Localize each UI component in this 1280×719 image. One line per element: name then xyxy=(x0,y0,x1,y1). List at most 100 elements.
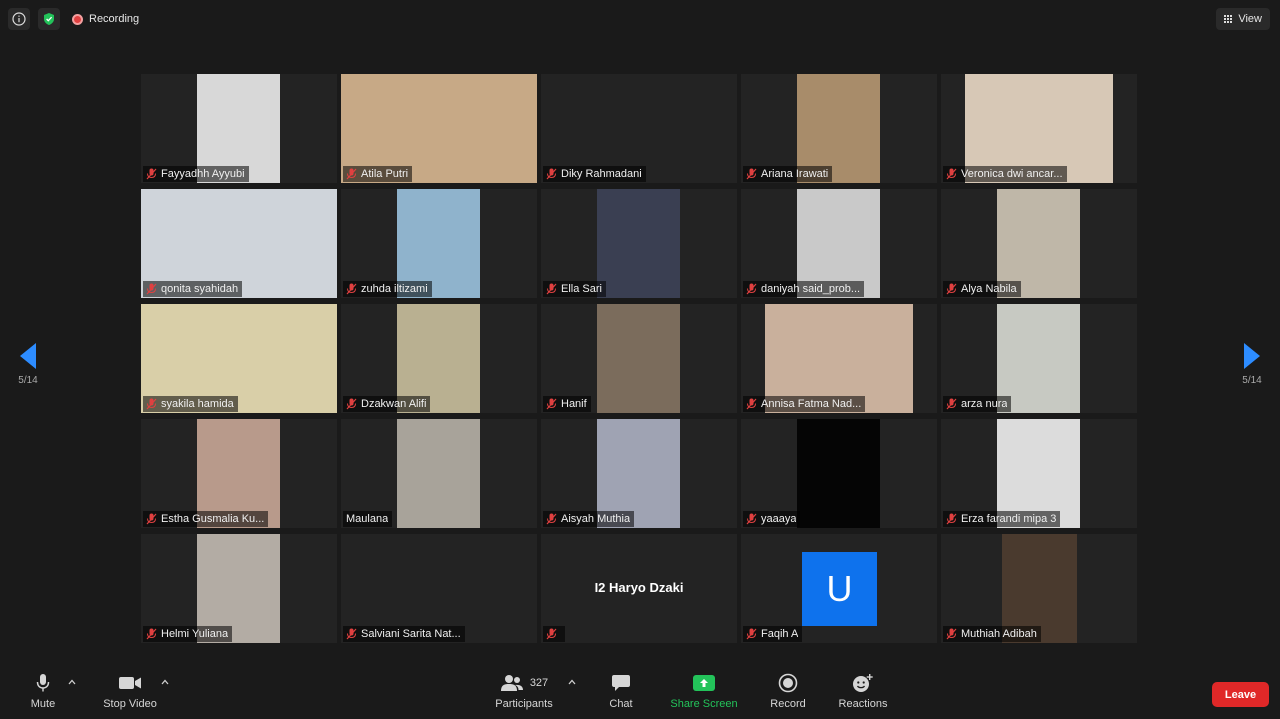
muted-microphone-icon xyxy=(746,283,757,295)
participant-name: Maulana xyxy=(346,513,389,525)
chat-label: Chat xyxy=(609,698,633,710)
recording-label: Recording xyxy=(89,13,140,25)
participants-button[interactable]: 327 Participants xyxy=(488,672,560,710)
participant-name-bar: Atila Putri xyxy=(343,166,413,182)
participants-count: 327 xyxy=(529,677,549,689)
grid-view-icon xyxy=(1224,14,1233,24)
record-button[interactable]: Record xyxy=(767,672,809,710)
next-page-button[interactable]: 5/14 xyxy=(1232,343,1272,386)
participant-tile[interactable]: Diky Rahmadani xyxy=(541,74,737,183)
recording-indicator[interactable]: Recording xyxy=(68,8,147,30)
participant-name: Fayyadhh Ayyubi xyxy=(161,168,245,180)
muted-microphone-icon xyxy=(546,513,557,525)
muted-microphone-icon xyxy=(546,168,557,180)
avatar: U xyxy=(802,552,877,626)
participant-tile[interactable]: Muthiah Adibah xyxy=(941,534,1137,643)
participant-name: zuhda iltizami xyxy=(361,283,428,295)
muted-microphone-icon xyxy=(146,168,157,180)
participant-name: Diky Rahmadani xyxy=(561,168,642,180)
view-button[interactable]: View xyxy=(1216,8,1270,30)
participants-icon xyxy=(500,675,523,691)
participant-name: Ella Sari xyxy=(561,283,602,295)
muted-microphone-icon xyxy=(946,168,957,180)
participant-name-bar: Hanif xyxy=(543,396,591,412)
muted-microphone-icon xyxy=(546,398,557,410)
previous-page-button[interactable]: 5/14 xyxy=(8,343,48,386)
participant-tile[interactable]: yaaaya xyxy=(741,419,937,528)
share-screen-button[interactable]: Share Screen xyxy=(668,672,740,710)
participant-tile[interactable]: arza nura xyxy=(941,304,1137,413)
share-screen-icon xyxy=(693,675,715,691)
participant-tile[interactable]: Maulana xyxy=(341,419,537,528)
participant-video xyxy=(597,189,680,298)
participant-video xyxy=(597,304,680,413)
leave-button[interactable]: Leave xyxy=(1212,682,1269,707)
muted-microphone-icon xyxy=(746,513,757,525)
participant-name-bar: Ariana Irawati xyxy=(743,166,833,182)
participant-tile[interactable]: Hanif xyxy=(541,304,737,413)
participant-tile[interactable]: Ella Sari xyxy=(541,189,737,298)
stop-video-label: Stop Video xyxy=(103,698,157,710)
participant-tile[interactable]: zuhda iltizami xyxy=(341,189,537,298)
participant-name: Ariana Irawati xyxy=(761,168,829,180)
chat-button[interactable]: Chat xyxy=(603,672,639,710)
video-camera-icon xyxy=(119,677,141,689)
security-status-button[interactable] xyxy=(38,8,60,30)
reactions-button[interactable]: Reactions xyxy=(835,672,891,710)
participant-display-name: I2 Haryo Dzaki xyxy=(594,580,684,595)
audio-options-caret[interactable] xyxy=(68,678,76,686)
participant-tile[interactable]: Ariana Irawati xyxy=(741,74,937,183)
participant-name-bar: zuhda iltizami xyxy=(343,281,432,297)
mute-button[interactable]: Mute xyxy=(22,672,64,710)
muted-microphone-icon xyxy=(546,628,557,640)
participant-name-bar: qonita syahidah xyxy=(143,281,243,297)
participant-tile[interactable]: Veronica dwi ancar... xyxy=(941,74,1137,183)
share-screen-label: Share Screen xyxy=(670,698,738,710)
participant-tile[interactable]: Salviani Sarita Nat... xyxy=(341,534,537,643)
mute-label: Mute xyxy=(30,698,56,710)
participant-tile[interactable]: daniyah said_prob... xyxy=(741,189,937,298)
meeting-info-button[interactable] xyxy=(8,8,30,30)
participant-tile[interactable]: syakila hamida xyxy=(141,304,337,413)
participant-name-bar: Helmi Yuliana xyxy=(143,626,233,642)
meeting-toolbar: Mute Stop Video 327 Participants Chat Sh… xyxy=(0,664,1280,719)
stop-video-button[interactable]: Stop Video xyxy=(98,672,162,710)
participant-tile[interactable]: Estha Gusmalia Ku... xyxy=(141,419,337,528)
participant-video xyxy=(397,419,480,528)
muted-microphone-icon xyxy=(346,398,357,410)
participant-name: Dzakwan Alifi xyxy=(361,398,427,410)
participant-name: Atila Putri xyxy=(361,168,409,180)
page-indicator-right: 5/14 xyxy=(1242,375,1262,386)
participant-name: Veronica dwi ancar... xyxy=(961,168,1063,180)
video-options-caret[interactable] xyxy=(161,678,169,686)
participant-name: Muthiah Adibah xyxy=(961,628,1037,640)
page-indicator-left: 5/14 xyxy=(18,375,38,386)
muted-microphone-icon xyxy=(946,628,957,640)
participant-tile[interactable]: Helmi Yuliana xyxy=(141,534,337,643)
muted-microphone-icon xyxy=(746,628,757,640)
participant-tile[interactable]: Annisa Fatma Nad... xyxy=(741,304,937,413)
view-label: View xyxy=(1238,13,1262,25)
participants-options-caret[interactable] xyxy=(568,678,576,686)
participant-tile[interactable]: Dzakwan Alifi xyxy=(341,304,537,413)
muted-microphone-icon xyxy=(746,168,757,180)
participant-tile[interactable]: Aisyah Muthia xyxy=(541,419,737,528)
muted-microphone-icon xyxy=(146,513,157,525)
participant-tile[interactable]: U Faqih A xyxy=(741,534,937,643)
participant-tile[interactable]: qonita syahidah xyxy=(141,189,337,298)
participant-name: daniyah said_prob... xyxy=(761,283,861,295)
participant-tile[interactable]: Atila Putri xyxy=(341,74,537,183)
participant-tile[interactable]: I2 Haryo Dzaki xyxy=(541,534,737,643)
participant-tile[interactable]: Fayyadhh Ayyubi xyxy=(141,74,337,183)
shield-check-icon xyxy=(44,13,54,25)
participant-tile[interactable]: Erza farandi mipa 3 xyxy=(941,419,1137,528)
muted-microphone-icon xyxy=(946,513,957,525)
muted-microphone-icon xyxy=(346,628,357,640)
participant-name: syakila hamida xyxy=(161,398,234,410)
microphone-icon xyxy=(36,674,50,692)
top-bar: Recording View xyxy=(0,0,1280,38)
participant-name-bar xyxy=(543,626,565,642)
muted-microphone-icon xyxy=(146,283,157,295)
participant-tile[interactable]: Alya Nabila xyxy=(941,189,1137,298)
info-icon xyxy=(12,12,26,26)
